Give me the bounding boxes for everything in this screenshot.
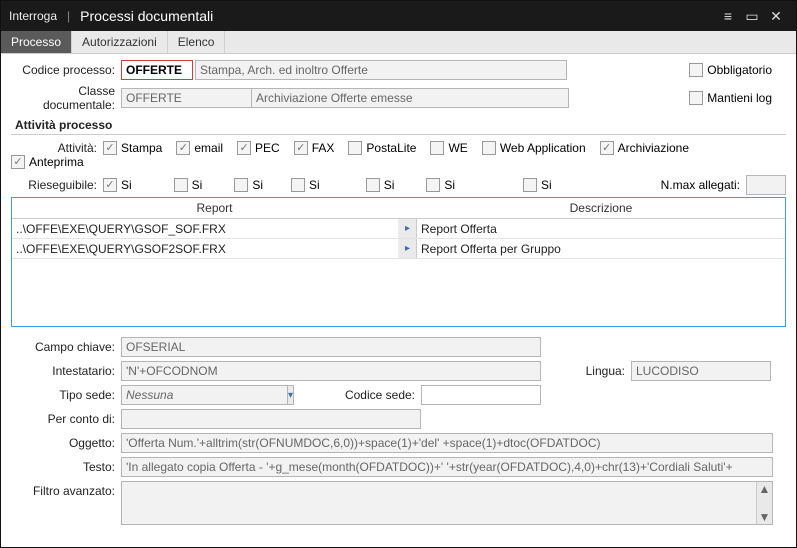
input-oggetto[interactable] — [121, 433, 773, 453]
title-mode: Interroga — [9, 9, 57, 23]
close-icon[interactable]: ✕ — [764, 4, 788, 28]
cb-rieseg-1[interactable]: Si — [103, 178, 132, 192]
input-filtro[interactable]: ▲▼ — [121, 481, 773, 525]
title-sep: | — [67, 9, 70, 23]
checkbox-icon — [689, 91, 703, 105]
cb-stampa[interactable]: Stampa — [103, 141, 162, 155]
label-filtro: Filtro avanzato: — [11, 481, 121, 498]
tab-elenco[interactable]: Elenco — [168, 31, 226, 53]
label-intest: Intestatario: — [11, 364, 121, 378]
cb-we[interactable]: WE — [430, 141, 467, 155]
input-perconto[interactable] — [121, 409, 421, 429]
label-nmax: N.max allegati: — [661, 178, 740, 192]
minimize-icon[interactable]: ▭ — [740, 4, 764, 28]
grid-body[interactable]: ..\OFFE\EXE\QUERY\GSOF_SOF.FRX ▸ Report … — [12, 219, 785, 326]
table-row[interactable]: ..\OFFE\EXE\QUERY\GSOF2SOF.FRX ▸ Report … — [12, 239, 785, 259]
cb-postalite[interactable]: PostaLite — [348, 141, 416, 155]
titlebar: Interroga | Processi documentali ≡ ▭ ✕ — [1, 1, 796, 31]
input-codice[interactable] — [121, 60, 193, 80]
label-codice: Codice processo: — [11, 63, 121, 77]
input-codsede[interactable] — [421, 385, 541, 405]
tab-autorizzazioni[interactable]: Autorizzazioni — [72, 31, 168, 53]
input-intest[interactable] — [121, 361, 541, 381]
label-testo: Testo: — [11, 460, 121, 474]
label-lingua: Lingua: — [571, 364, 631, 378]
section-attivita: Attività processo — [15, 118, 786, 132]
combo-tipo[interactable]: ▾ — [121, 385, 261, 405]
label-perconto: Per conto di: — [11, 412, 121, 426]
cb-anteprima[interactable]: Anteprima — [11, 155, 84, 169]
input-classe-desc[interactable] — [251, 88, 569, 108]
cb-pec[interactable]: PEC — [237, 141, 280, 155]
row-lookup-icon[interactable]: ▸ — [399, 219, 417, 238]
label-oggetto: Oggetto: — [11, 436, 121, 450]
cb-webapp[interactable]: Web Application — [482, 141, 586, 155]
cb-email[interactable]: email — [176, 141, 223, 155]
checkbox-icon — [689, 63, 703, 77]
tab-processo[interactable]: Processo — [1, 31, 72, 53]
title-name: Processi documentali — [80, 8, 213, 24]
input-tipo[interactable] — [121, 385, 288, 405]
dropdown-icon[interactable]: ▾ — [288, 385, 294, 405]
label-codsede: Codice sede: — [301, 388, 421, 402]
input-lingua[interactable] — [631, 361, 771, 381]
label-classe: Classe documentale: — [11, 84, 121, 112]
label-rieseguibile: Rieseguibile: — [11, 178, 103, 192]
cb-mantieni-log[interactable]: Mantieni log — [689, 91, 772, 105]
cb-rieseg-6[interactable]: Si — [426, 178, 455, 192]
report-grid: Report Descrizione ..\OFFE\EXE\QUERY\GSO… — [11, 197, 786, 327]
tabbar: Processo Autorizzazioni Elenco — [1, 31, 796, 54]
label-tipo: Tipo sede: — [11, 388, 121, 402]
row-lookup-icon[interactable]: ▸ — [399, 239, 417, 258]
input-codice-desc[interactable] — [195, 60, 567, 80]
grid-col-desc[interactable]: Descrizione — [417, 198, 785, 219]
input-campo[interactable] — [121, 337, 541, 357]
cb-obbligatorio[interactable]: Obbligatorio — [689, 63, 772, 77]
label-attivita: Attività: — [11, 141, 103, 155]
cb-rieseg-3[interactable]: Si — [234, 178, 263, 192]
scrollbar[interactable]: ▲▼ — [756, 482, 772, 524]
grid-col-report[interactable]: Report — [12, 198, 417, 219]
cb-rieseg-2[interactable]: Si — [174, 178, 203, 192]
input-testo[interactable] — [121, 457, 773, 477]
cb-fax[interactable]: FAX — [294, 141, 335, 155]
combo-classe[interactable]: ▸ — [121, 88, 249, 108]
input-nmax[interactable] — [746, 175, 786, 195]
cb-rieseg-5[interactable]: Si — [366, 178, 395, 192]
cb-archiviazione[interactable]: Archiviazione — [600, 141, 689, 155]
menu-icon[interactable]: ≡ — [716, 4, 740, 28]
label-campo: Campo chiave: — [11, 340, 121, 354]
cb-rieseg-7[interactable]: Si — [523, 178, 552, 192]
table-row[interactable]: ..\OFFE\EXE\QUERY\GSOF_SOF.FRX ▸ Report … — [12, 219, 785, 239]
cb-rieseg-4[interactable]: Si — [291, 178, 320, 192]
